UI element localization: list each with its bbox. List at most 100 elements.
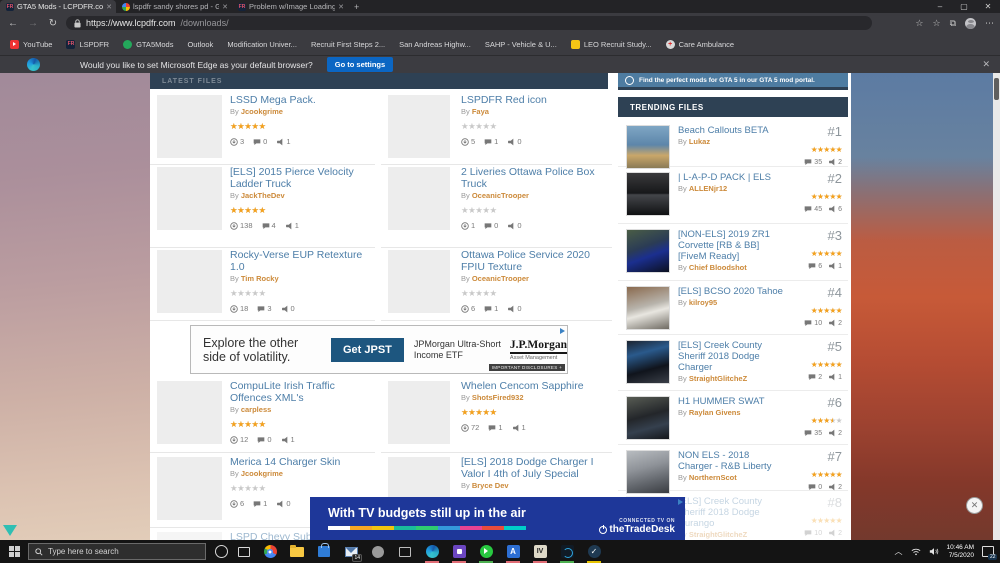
file-thumbnail[interactable] [157, 381, 222, 444]
trending-author-link[interactable]: StraightGlitcheZ [689, 530, 747, 539]
trending-title-link[interactable]: [ELS] Creek County Sheriff 2018 Dodge Ch… [678, 340, 784, 373]
file-author-link[interactable]: carpless [241, 405, 271, 414]
file-author-link[interactable]: OceanicTrooper [472, 191, 529, 200]
trending-thumbnail[interactable] [626, 396, 670, 440]
taskbar-clock[interactable]: 10:46 AM 7/5/2020 [947, 544, 974, 560]
file-card[interactable]: Rocky-Verse EUP Retexture 1.0 By Tim Rock… [150, 248, 375, 321]
privacy-triangle-icon[interactable] [3, 525, 17, 536]
file-title-link[interactable]: Rocky-Verse EUP Retexture 1.0 [230, 249, 371, 273]
taskbar-app-microsoft-store[interactable] [316, 543, 332, 560]
scrollbar-thumb[interactable] [994, 78, 999, 100]
file-card[interactable]: [ELS] 2015 Pierce Velocity Ladder Truck B… [150, 165, 375, 248]
file-title-link[interactable]: CompuLite Irish Traffic Offences XML's [230, 380, 371, 404]
file-thumbnail[interactable] [388, 250, 450, 313]
browser-tab-1[interactable]: lspdfr sandy shores pd - Google✕ [116, 0, 232, 13]
trending-thumbnail[interactable] [626, 125, 670, 169]
taskbar-app-file-explorer[interactable] [289, 544, 305, 560]
file-card[interactable]: LSSD Mega Pack. By Jcookgrime ★★★★★ ★★★★★ 3 0… [150, 93, 375, 165]
trending-author-link[interactable]: Chief Bloodshot [689, 263, 747, 272]
trending-title-link[interactable]: Beach Callouts BETA [678, 125, 784, 136]
file-thumbnail[interactable] [388, 381, 450, 444]
profile-avatar[interactable] [965, 17, 976, 29]
trending-title-link[interactable]: [NON-ELS] 2019 ZR1 Corvette [RB & BB] [F… [678, 229, 784, 262]
settings-menu-icon[interactable]: ⋯ [985, 18, 994, 29]
file-author-link[interactable]: Jcookgrime [241, 469, 283, 478]
taskbar-search-input[interactable]: Type here to search [28, 543, 206, 560]
trending-title-link[interactable]: NON ELS - 2018 Charger - R&B Liberty [678, 450, 784, 472]
trending-thumbnail[interactable] [626, 286, 670, 330]
address-bar[interactable]: https://www.lcpdfr.com/downloads/ [66, 16, 872, 30]
taskbar-app-blue-a-app[interactable]: A [505, 544, 521, 563]
ad-disclosures[interactable]: IMPORTANT DISCLOSURES + [488, 364, 565, 371]
action-center-icon[interactable]: 22 [982, 546, 997, 560]
trending-thumbnail[interactable] [626, 340, 670, 384]
back-icon[interactable]: ← [6, 18, 20, 29]
taskbar-app-steam[interactable] [370, 544, 386, 560]
taskbar-app-mail[interactable]: 14 [343, 544, 362, 562]
file-title-link[interactable]: Merica 14 Charger Skin [230, 456, 371, 468]
trending-item-7[interactable]: NON ELS - 2018 Charger - R&B Liberty By N… [618, 445, 848, 494]
go-to-settings-button[interactable]: Go to settings [326, 57, 394, 72]
volume-icon[interactable] [929, 547, 939, 556]
trending-author-link[interactable]: NorthernScot [689, 473, 737, 482]
taskbar-app-check-app[interactable]: ✓ [586, 544, 602, 563]
trending-item-1[interactable]: Beach Callouts BETA By Lukaz #1 ★★★★★ ★★★★★ 3… [618, 120, 848, 169]
file-card[interactable]: 2 Liveries Ottawa Police Box Truck By Oce… [381, 165, 612, 248]
new-tab-button[interactable]: + [348, 0, 365, 13]
file-card[interactable]: Whelen Cencom Sapphire By ShotsFired932 ★★… [381, 379, 612, 453]
task-view-icon[interactable] [238, 546, 250, 557]
file-author-link[interactable]: Faya [472, 107, 489, 116]
file-title-link[interactable]: 2 Liveries Ottawa Police Box Truck [461, 166, 608, 190]
trending-thumbnail[interactable] [626, 172, 670, 216]
notification-close-icon[interactable]: ✕ [982, 59, 990, 70]
maximize-button[interactable]: ▢ [952, 0, 976, 13]
network-icon[interactable] [911, 547, 921, 556]
bookmark-care-ambulance[interactable]: Care Ambulance [665, 39, 734, 49]
taskbar-app-edge[interactable] [424, 544, 440, 563]
trending-item-5[interactable]: [ELS] Creek County Sheriff 2018 Dodge Ch… [618, 335, 848, 391]
file-thumbnail[interactable] [388, 95, 450, 158]
tab-close-icon[interactable]: ✕ [106, 3, 112, 11]
jpmorgan-ad-banner[interactable]: Explore the other side of volatility. Ge… [190, 325, 568, 374]
file-title-link[interactable]: LSSD Mega Pack. [230, 94, 371, 106]
file-card[interactable]: Ottawa Police Service 2020 FPIU Texture B… [381, 248, 612, 321]
file-author-link[interactable]: Tim Rocky [241, 274, 279, 283]
file-card[interactable]: CompuLite Irish Traffic Offences XML's By… [150, 379, 375, 453]
file-author-link[interactable]: JackTheDev [241, 191, 285, 200]
gta5-promo-banner[interactable]: Find the perfect mods for GTA 5 in our G… [618, 73, 848, 90]
trending-item-3[interactable]: [NON-ELS] 2019 ZR1 Corvette [RB & BB] [F… [618, 224, 848, 281]
page-scrollbar[interactable] [993, 73, 1000, 540]
collections-icon[interactable]: ⧉ [950, 18, 956, 29]
bookmark-outlook[interactable]: Outlook [0, 40, 1000, 563]
bookmark-lspdfr[interactable]: FR LSPDFR [66, 39, 109, 49]
bookmark-youtube[interactable]: YouTube [10, 39, 52, 49]
taskbar-app-green-app[interactable] [478, 544, 494, 563]
taskbar-app-gta-iv[interactable]: IV [532, 544, 548, 563]
taskbar-app-social-club[interactable] [559, 544, 575, 563]
minimize-button[interactable]: – [928, 0, 952, 13]
file-title-link[interactable]: Ottawa Police Service 2020 FPIU Texture [461, 249, 608, 273]
tradedesk-ad-banner[interactable]: With TV budgets still up in the air CONN… [310, 497, 685, 540]
trending-item-2[interactable]: | L-A-P-D PACK | ELS By ALLENjr12 #2 ★★★★★ ★… [618, 167, 848, 224]
browser-tab-2[interactable]: FRProblem w/Image Loading - We✕ [232, 0, 348, 13]
file-thumbnail[interactable] [157, 95, 222, 158]
file-card[interactable]: LSPDFR Red iconBy Faya ★★★★★★★★★★ 5 1 0 [381, 93, 612, 165]
get-jpst-button[interactable]: Get JPST [331, 337, 404, 362]
file-title-link[interactable]: [ELS] 2018 Dodge Charger I Valor I 4th o… [461, 456, 608, 480]
taskbar-app-purple-app[interactable] [451, 544, 467, 563]
refresh-icon[interactable]: ↻ [46, 18, 60, 29]
trending-item-6[interactable]: H1 HUMMER SWAT By Raylan Givens #6 ★★★★★ ★★★… [618, 391, 848, 445]
file-author-link[interactable]: Bryce Dev [472, 481, 509, 490]
adchoices-icon[interactable] [678, 499, 683, 505]
bookmark-sahp-vehicle-u-[interactable]: SAHP - Vehicle & U... [0, 40, 1000, 563]
favorite-star-icon[interactable]: ☆ [915, 18, 923, 29]
tab-close-icon[interactable]: ✕ [222, 3, 228, 11]
trending-title-link[interactable]: H1 HUMMER SWAT [678, 396, 784, 407]
trending-author-link[interactable]: Raylan Givens [689, 408, 741, 417]
trending-author-link[interactable]: Lukaz [689, 137, 710, 146]
taskbar-app-window-app[interactable] [397, 544, 413, 560]
trending-title-link[interactable]: | L-A-P-D PACK | ELS [678, 172, 784, 183]
ad-close-button[interactable]: ✕ [966, 497, 983, 514]
forward-icon[interactable]: → [26, 18, 40, 29]
taskbar-app-chrome[interactable] [262, 544, 278, 560]
